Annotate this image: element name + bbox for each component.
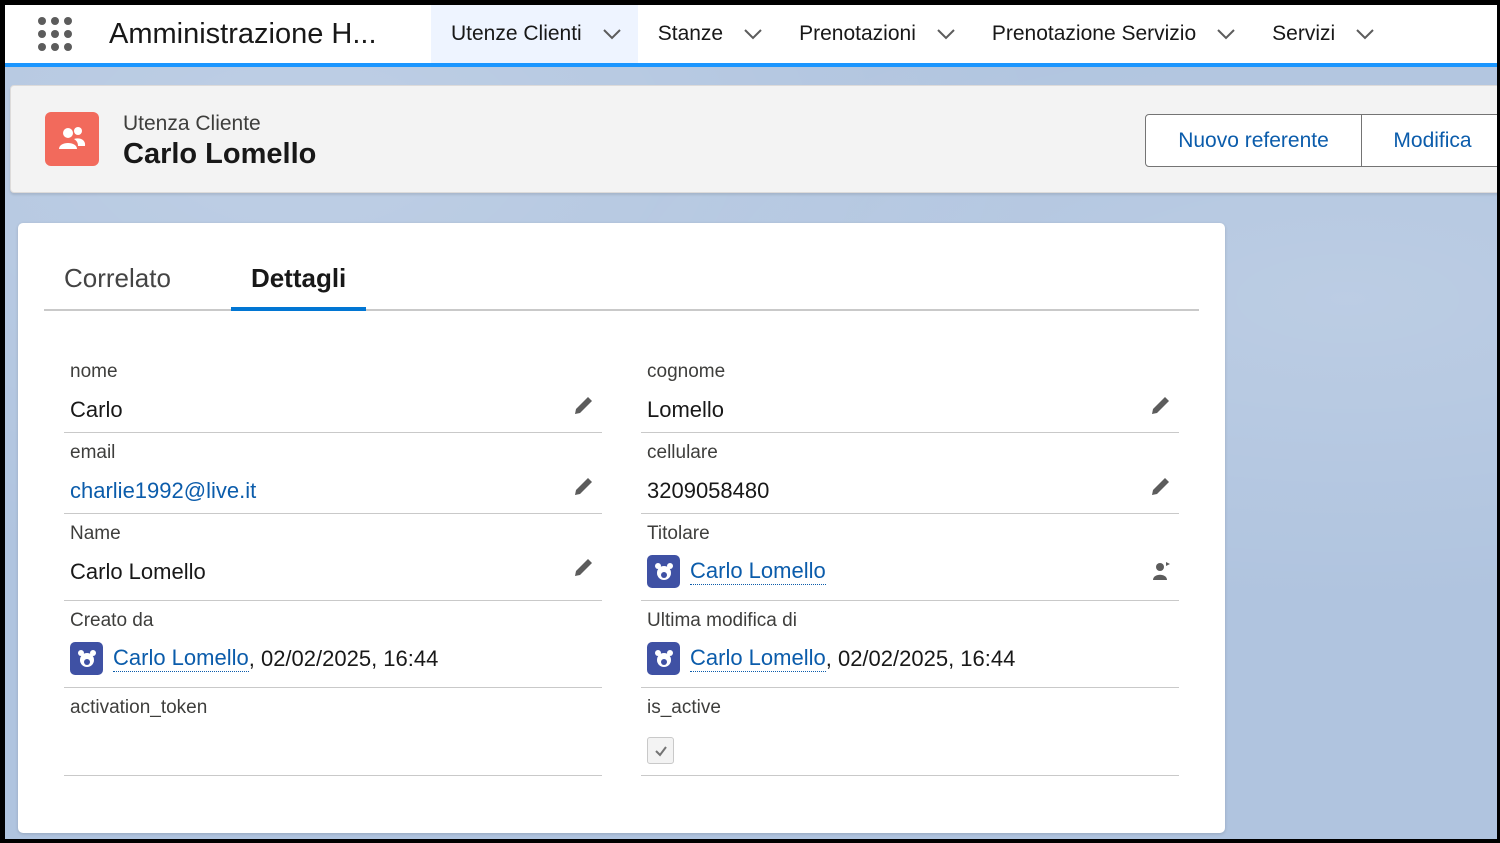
record-title: Carlo Lomello [123,138,317,170]
nav-item-label: Stanze [657,22,724,45]
field-label: email [70,442,116,463]
field-label: nome [70,361,118,382]
field-label: Titolare [647,523,710,544]
field-value: Carlo Lomello , 02/02/2025, 16:44 [647,642,1015,675]
record-header: Utenza Cliente Carlo Lomello Nuovo refer… [10,85,1497,193]
chevron-down-icon[interactable] [602,16,638,52]
pencil-icon[interactable] [1149,474,1173,498]
created-by-link[interactable]: Carlo Lomello [113,645,249,672]
nav-item-prenotazione-servizio[interactable]: Prenotazione Servizio [972,5,1252,63]
pencil-icon[interactable] [572,474,596,498]
nav-item-prenotazioni[interactable]: Prenotazioni [779,5,972,63]
email-link[interactable]: charlie1992@live.it [70,478,256,504]
field-email: email charlie1992@live.it [64,434,602,514]
field-creato-da: Creato da Carlo Lomello , 02/02/2025, 16… [64,602,602,688]
user-avatar-icon [647,642,680,675]
field-name: Name Carlo Lomello [64,515,602,601]
field-value: Carlo Lomello [70,559,206,584]
field-nome: nome Carlo [64,353,602,433]
tab-dettagli[interactable]: Dettagli [230,253,367,311]
app-name: Amministrazione H... [109,17,377,50]
pencil-icon[interactable] [572,555,596,579]
field-cellulare: cellulare 3209058480 [641,434,1179,514]
field-value: charlie1992@live.it [70,478,256,504]
tab-correlato[interactable]: Correlato [44,253,191,309]
app-launcher-icon[interactable] [5,5,105,63]
field-is-active: is_active [641,689,1179,776]
field-label: Creato da [70,610,154,631]
field-cognome: cognome Lomello [641,353,1179,433]
nav-item-utenze-clienti[interactable]: Utenze Clienti [431,5,638,63]
new-contact-button[interactable]: Nuovo referente [1145,114,1362,167]
chevron-down-icon[interactable] [1355,16,1391,52]
pencil-icon[interactable] [1149,393,1173,417]
change-owner-icon[interactable] [1149,559,1173,583]
field-activation-token: activation_token [64,689,602,776]
nav-item-servizi[interactable]: Servizi [1252,5,1391,63]
chevron-down-icon[interactable] [1216,16,1252,52]
nav-item-label: Utenze Clienti [451,22,582,45]
field-ultima-modifica: Ultima modifica di Carlo Lomello , 02/02… [641,602,1179,688]
chevron-down-icon[interactable] [936,16,972,52]
record-type-label: Utenza Cliente [123,112,261,135]
chevron-down-icon[interactable] [743,16,779,52]
pencil-icon[interactable] [572,393,596,417]
field-label: is_active [647,697,721,718]
field-value: Carlo Lomello , 02/02/2025, 16:44 [70,642,438,675]
nav-item-label: Prenotazione Servizio [991,22,1197,45]
modified-date: , 02/02/2025, 16:44 [825,645,1016,671]
field-label: Name [70,523,121,544]
field-value: 3209058480 [647,478,770,503]
record-tabs: Correlato Dettagli [44,253,1199,311]
field-value: Lomello [647,397,725,422]
nav-item-stanze[interactable]: Stanze [638,5,779,63]
created-date: , 02/02/2025, 16:44 [248,645,439,671]
nav-item-label: Prenotazioni [799,22,916,45]
field-titolare: Titolare Carlo Lomello [641,515,1179,601]
record-detail-card: Correlato Dettagli nome Carlo cognome Lo… [18,223,1225,833]
app-window: Amministrazione H... Utenze Clienti Stan… [5,5,1497,839]
top-navigation: Amministrazione H... Utenze Clienti Stan… [5,5,1497,67]
modified-by-link[interactable]: Carlo Lomello [690,645,826,672]
is-active-checkbox [647,737,674,764]
field-label: cellulare [647,442,718,463]
field-label: activation_token [70,697,208,718]
field-label: cognome [647,361,726,382]
field-value: Carlo Lomello [647,555,826,588]
field-label: Ultima modifica di [647,610,797,631]
user-record-icon [45,112,99,166]
user-avatar-icon [70,642,103,675]
record-actions: Nuovo referente Modifica [1145,114,1497,167]
user-avatar-icon [647,555,680,588]
titolare-link[interactable]: Carlo Lomello [690,558,826,585]
edit-button[interactable]: Modifica [1362,114,1497,167]
nav-item-label: Servizi [1272,22,1336,45]
checkmark-icon [654,745,667,757]
field-value: Carlo [70,397,123,422]
